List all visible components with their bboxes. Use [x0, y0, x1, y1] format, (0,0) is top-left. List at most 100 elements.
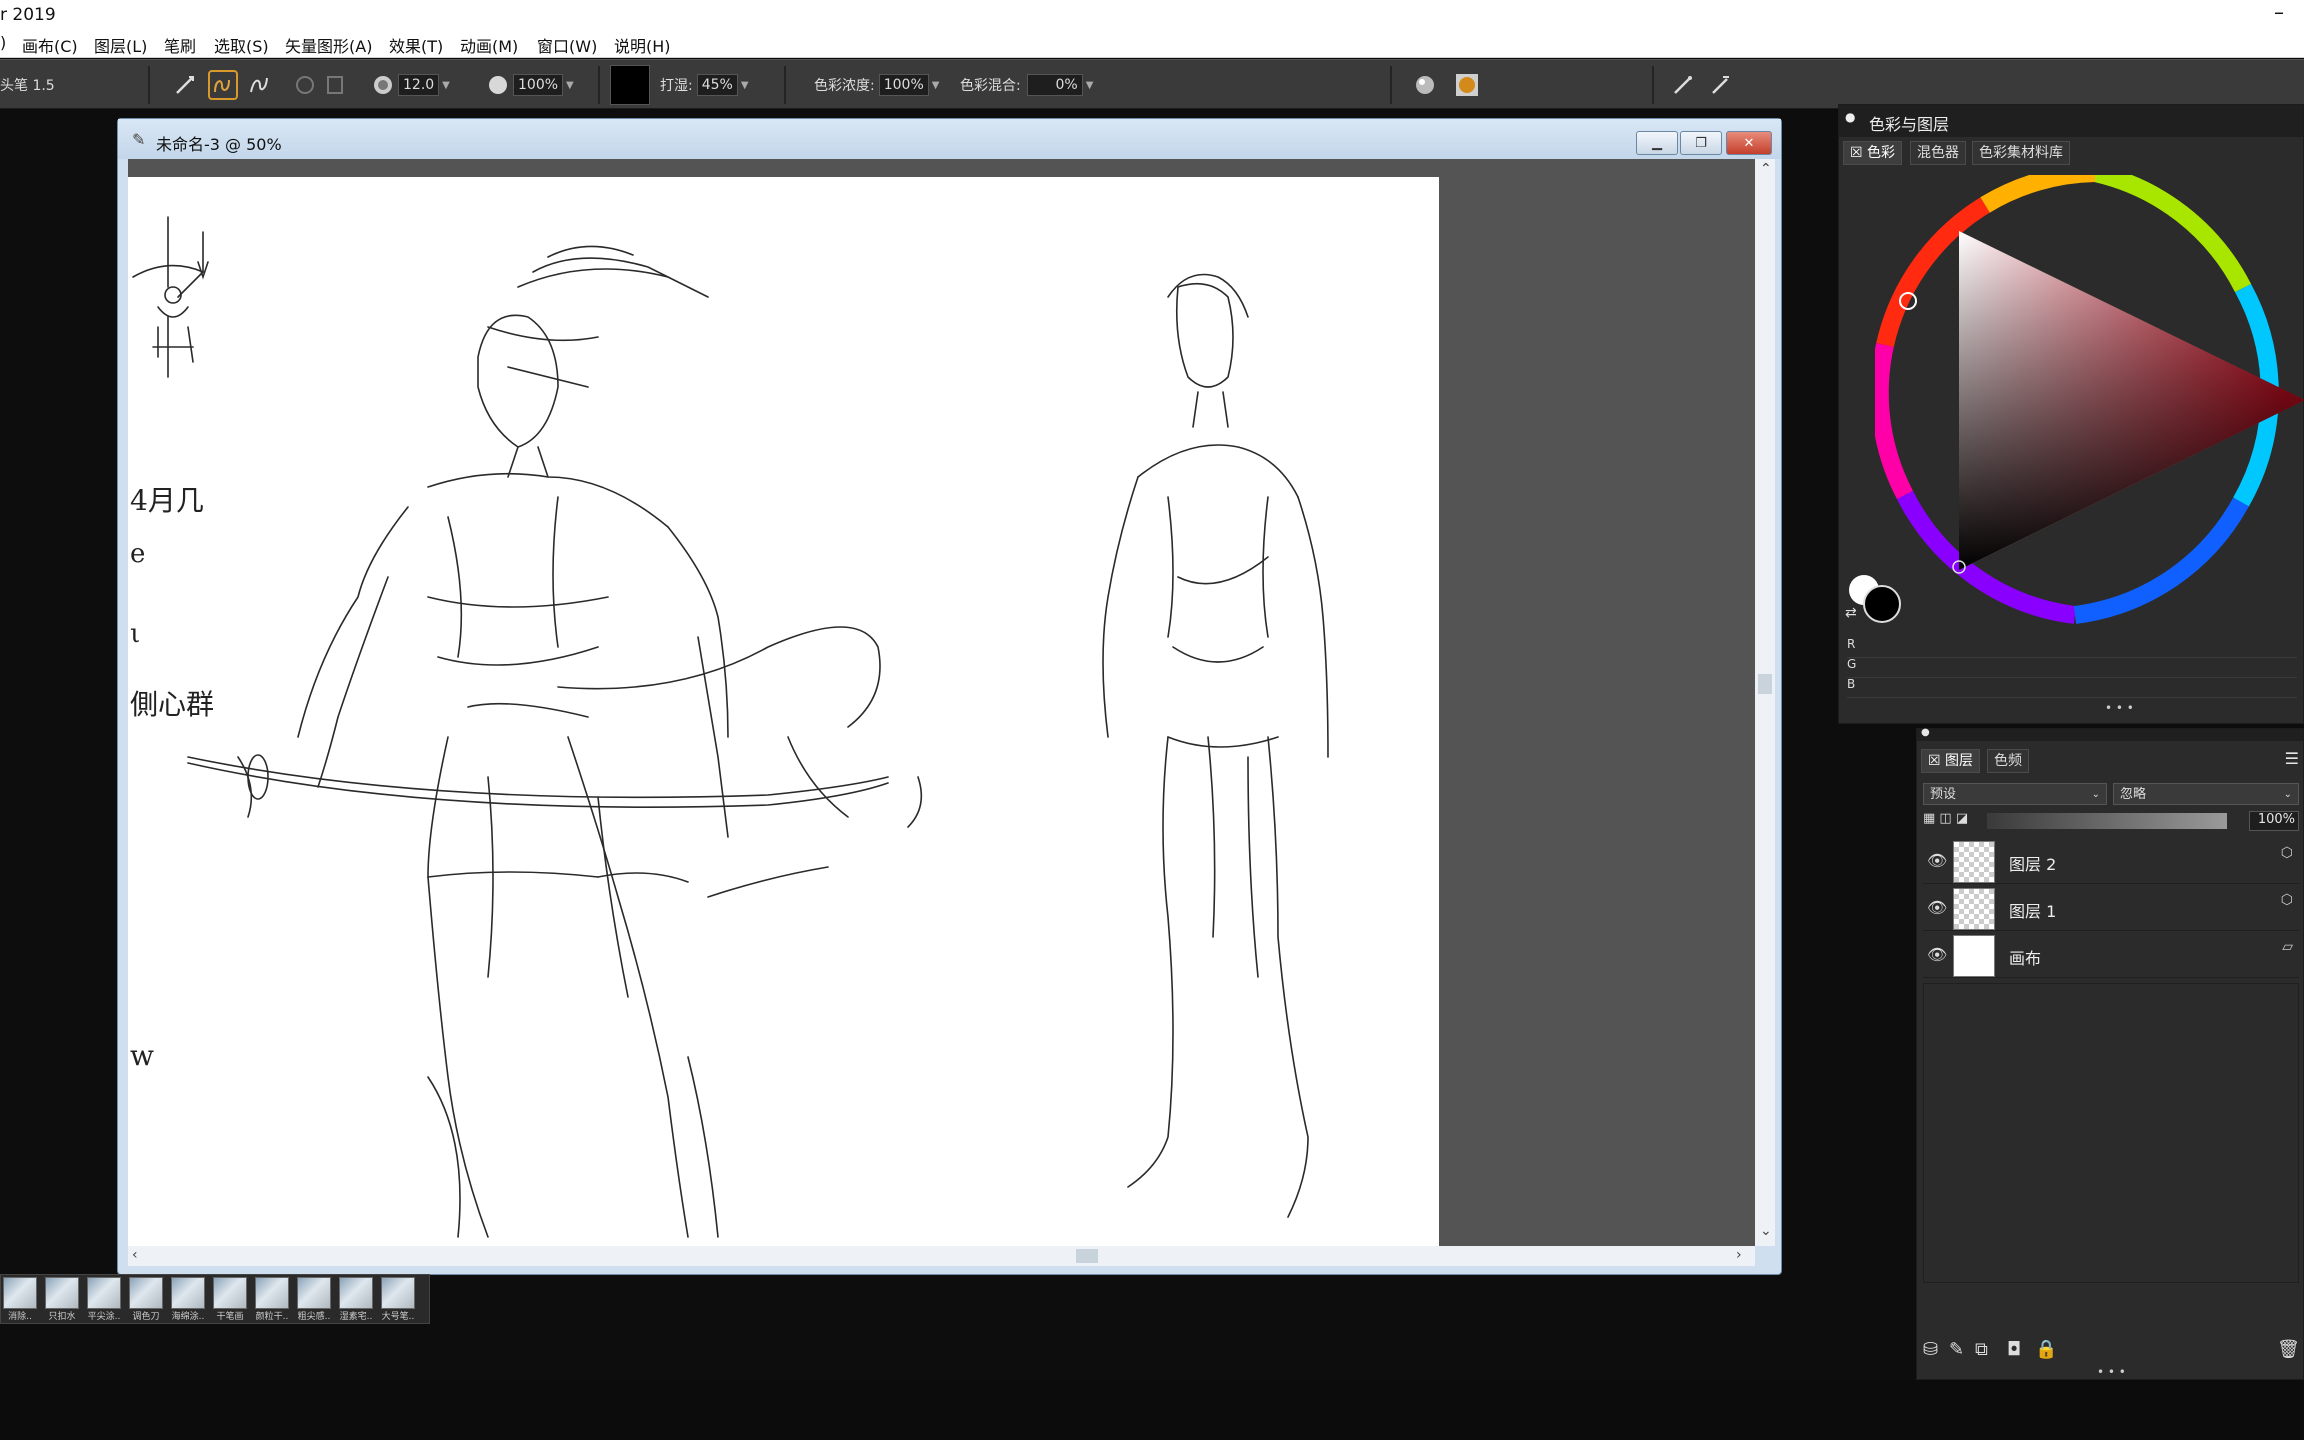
panel-more-button[interactable]: • • •: [2105, 701, 2134, 715]
doc-close-button[interactable]: ✕: [1726, 131, 1772, 155]
chevron-down-icon[interactable]: ▼: [741, 80, 749, 91]
composite-method-dropdown[interactable]: 预设 ⌄: [1923, 783, 2107, 805]
menu-item-select[interactable]: 选取(S): [214, 33, 269, 57]
clone-source-icon[interactable]: [290, 70, 320, 100]
brush-preset[interactable]: 大号笔..: [379, 1277, 417, 1322]
brush-settings-icon[interactable]: [1706, 70, 1736, 100]
chevron-down-icon[interactable]: ⌄: [2284, 784, 2292, 806]
color-orb-icon[interactable]: [1452, 70, 1482, 100]
chevron-down-icon[interactable]: ▼: [1086, 80, 1094, 91]
swap-colors-icon[interactable]: ⇄: [1845, 605, 1857, 621]
scroll-up-icon[interactable]: ⌃: [1760, 161, 1772, 177]
dropper-icon[interactable]: [1410, 70, 1440, 100]
chevron-down-icon[interactable]: ▼: [566, 80, 574, 91]
chevron-down-icon[interactable]: ⌄: [2092, 784, 2100, 806]
menu-item-layers[interactable]: 图层(L): [94, 33, 147, 57]
document-title: 未命名-3 @ 50%: [156, 135, 282, 154]
canvas-viewport[interactable]: 4月几 e ι 側心群 w: [128, 159, 1755, 1246]
layer-row[interactable]: 👁 图层 2 ⬡: [1923, 839, 2299, 884]
panel-menu-icon[interactable]: ☰: [2285, 749, 2299, 768]
blue-row[interactable]: B: [1847, 677, 2297, 698]
brush-tool-icon[interactable]: [1668, 70, 1698, 100]
title-bar: r 2019 –: [0, 0, 2304, 30]
freehand-stroke-icon[interactable]: [170, 70, 200, 100]
menu-item-vector[interactable]: 矢量图形(A): [285, 33, 372, 57]
brush-preset[interactable]: 干笔画: [211, 1277, 249, 1322]
scroll-down-icon[interactable]: ⌄: [1760, 1223, 1772, 1239]
document-icon: ✎: [132, 130, 146, 149]
color-panel-tabs: ☒ 色彩 混色器 色彩集材料库: [1839, 141, 2303, 165]
menu-item-help[interactable]: 说明(H): [614, 33, 671, 57]
color-panel-title: 色彩与图层: [1869, 115, 1950, 134]
opacity-icon: [483, 70, 513, 100]
menu-item-effects[interactable]: 效果(T): [389, 33, 443, 57]
menu-item-canvas[interactable]: 画布(C): [22, 33, 78, 57]
menu-item-window[interactable]: 窗口(W): [537, 33, 597, 57]
straight-line-icon[interactable]: [244, 70, 274, 100]
layers-panel: ● ☒ 图层 色频 ☰ 预设 ⌄ 忽略 ⌄ ▦ ◫ ◪ 100% 👁 图层 2 …: [1916, 727, 2304, 1380]
layer-name: 画布: [2009, 949, 2042, 968]
menu-item-animation[interactable]: 动画(M): [460, 33, 518, 57]
minimize-button[interactable]: –: [2274, 0, 2284, 24]
menu-item-brushes[interactable]: 笔刷: [164, 33, 196, 57]
horizontal-scroll-thumb[interactable]: [1076, 1249, 1098, 1263]
tab-mixer[interactable]: 混色器: [1910, 141, 1966, 165]
layer-row[interactable]: 👁 画布 ▱: [1923, 933, 2299, 978]
freehand-mode-icon[interactable]: [208, 70, 238, 100]
layer-opacity-field[interactable]: 100%: [2249, 811, 2299, 831]
dynamic-plugins-icon[interactable]: ✎: [1949, 1339, 1964, 1360]
main-color-circle[interactable]: [1863, 585, 1901, 623]
panel-bullet-icon: ●: [1921, 727, 1930, 738]
tab-color-sets[interactable]: 色彩集材料库: [1972, 141, 2070, 165]
new-layer-group-icon[interactable]: ⧉: [1975, 1339, 1988, 1360]
chevron-down-icon[interactable]: ▼: [442, 80, 450, 91]
brush-preset[interactable]: 颜粒干..: [253, 1277, 291, 1322]
color-wheel[interactable]: [1875, 175, 2304, 635]
opacity-field[interactable]: 100%: [513, 74, 564, 96]
brush-preset[interactable]: 湿素宅..: [337, 1277, 375, 1322]
eye-icon[interactable]: 👁: [1927, 945, 1947, 964]
brush-preset[interactable]: 消除..: [1, 1277, 39, 1322]
mirror-icon[interactable]: [320, 70, 350, 100]
brush-preset[interactable]: 粗尖感..: [295, 1277, 333, 1322]
tab-layers[interactable]: ☒ 图层: [1921, 749, 1981, 773]
concentration-field[interactable]: 100%: [878, 74, 929, 96]
scroll-left-icon[interactable]: ‹: [132, 1247, 138, 1263]
tab-channels[interactable]: 色频: [1987, 749, 2029, 773]
layers-panel-tabs: ☒ 图层 色频 ☰: [1917, 749, 2303, 773]
eye-icon[interactable]: 👁: [1927, 851, 1947, 870]
eye-icon[interactable]: 👁: [1927, 898, 1947, 917]
layer-name: 图层 2: [2009, 855, 2057, 874]
sketch-note: ι: [130, 619, 141, 649]
lock-icon[interactable]: 🔒: [2035, 1339, 2057, 1360]
tab-color[interactable]: ☒ 色彩: [1843, 141, 1903, 165]
drawing-canvas[interactable]: 4月几 e ι 側心群 w: [128, 177, 1439, 1246]
doc-minimize-button[interactable]: ▁: [1636, 131, 1678, 155]
horizontal-scrollbar[interactable]: ‹ ›: [128, 1246, 1755, 1266]
layer-commands-icon[interactable]: ⛁: [1923, 1339, 1938, 1360]
mix-field[interactable]: 0%: [1026, 74, 1083, 96]
brush-preset[interactable]: 只扣水: [43, 1277, 81, 1322]
brush-preset[interactable]: 海绵涂..: [169, 1277, 207, 1322]
red-row[interactable]: R: [1847, 637, 2297, 658]
chevron-down-icon[interactable]: ▼: [932, 80, 940, 91]
vertical-scrollbar[interactable]: ⌃ ⌄: [1755, 159, 1775, 1246]
layers-bottom-toolbar: ⛁ ✎ ⧉ ◘ 🔒 🗑: [1921, 1339, 2301, 1363]
layer-lock-icons[interactable]: ▦ ◫ ◪: [1923, 811, 1983, 831]
composite-depth-dropdown[interactable]: 忽略 ⌄: [2113, 783, 2299, 805]
trash-icon[interactable]: 🗑: [2277, 1339, 2300, 1360]
main-color-swatch[interactable]: [610, 65, 650, 105]
brush-preset[interactable]: 调色刀: [127, 1277, 165, 1322]
layer-mask-icon[interactable]: ◘: [2007, 1339, 2021, 1360]
layer-opacity-slider[interactable]: [1987, 813, 2227, 829]
brush-preset[interactable]: 平尖涂..: [85, 1277, 123, 1322]
scroll-right-icon[interactable]: ›: [1736, 1247, 1742, 1263]
green-row[interactable]: G: [1847, 657, 2297, 678]
grain-field[interactable]: 45%: [696, 74, 738, 96]
doc-restore-button[interactable]: ❐: [1680, 131, 1722, 155]
menu-item-prefix[interactable]: ): [0, 33, 6, 52]
brush-size-field[interactable]: 12.0: [398, 74, 440, 96]
layer-row[interactable]: 👁 图层 1 ⬡: [1923, 886, 2299, 931]
vertical-scroll-thumb[interactable]: [1758, 674, 1772, 694]
panel-more-button[interactable]: • • •: [2097, 1365, 2126, 1379]
